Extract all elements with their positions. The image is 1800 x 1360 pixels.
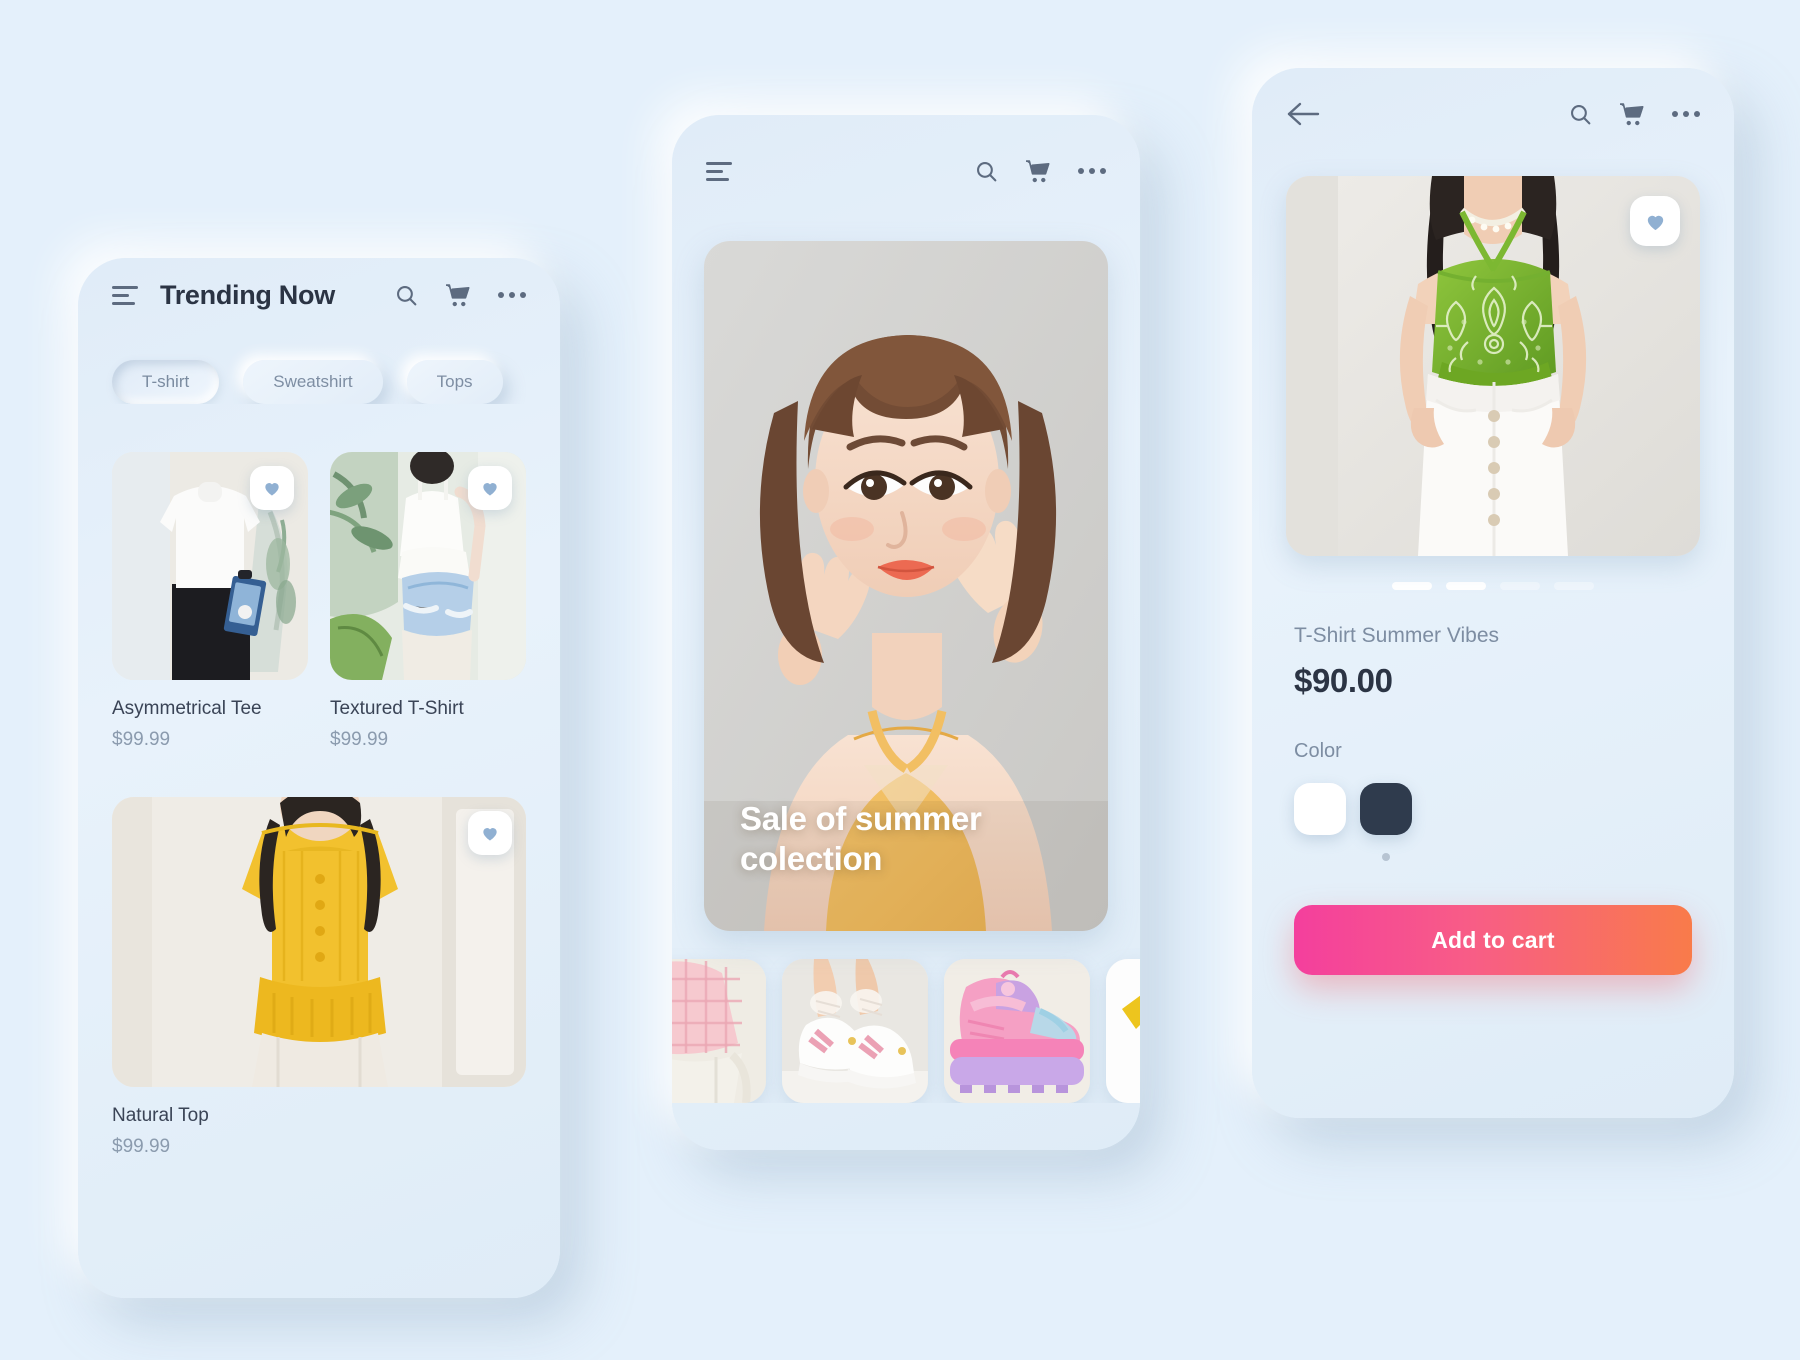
search-icon[interactable] xyxy=(394,283,419,308)
chip-t-shirt[interactable]: T-shirt xyxy=(112,360,220,404)
phone-screen-home: Sale of summer colection xyxy=(672,115,1140,1150)
cart-icon[interactable] xyxy=(445,283,472,308)
pager-dot-1[interactable] xyxy=(1392,582,1432,590)
product-name: Asymmetrical Tee xyxy=(112,698,262,719)
favorite-heart-icon[interactable] xyxy=(468,811,512,855)
product-gallery-image[interactable] xyxy=(1286,176,1700,556)
app-canvas: Trending Now T-shirt Sweatshirt Tops Asy… xyxy=(0,0,1800,1360)
product-name: Textured T-Shirt xyxy=(330,698,464,719)
add-to-cart-button[interactable]: Add to cart xyxy=(1294,905,1692,975)
color-label: Color xyxy=(1294,740,1342,762)
product-grid: Asymmetrical Tee $99.99 Textured T-Shirt… xyxy=(78,404,560,751)
product-name: Natural Top xyxy=(112,1105,209,1126)
thumbnail-white-pink-sneakers[interactable] xyxy=(782,959,928,1103)
pager-dot-4[interactable] xyxy=(1554,582,1594,590)
pager-dot-2[interactable] xyxy=(1446,582,1486,590)
thumbnail-yellow-shirt[interactable] xyxy=(1106,959,1140,1103)
chip-sweatshirt[interactable]: Sweatshirt xyxy=(243,360,383,404)
thumbnail-strip xyxy=(672,931,1140,1103)
favorite-heart-icon[interactable] xyxy=(468,466,512,510)
screen1-top-nav: Trending Now xyxy=(78,258,560,332)
hamburger-icon[interactable] xyxy=(112,285,138,305)
favorite-heart-icon[interactable] xyxy=(1630,196,1680,246)
hero-banner[interactable]: Sale of summer colection xyxy=(704,241,1108,931)
cart-icon[interactable] xyxy=(1619,102,1646,127)
color-swatch-list xyxy=(1294,783,1692,861)
search-icon[interactable] xyxy=(1568,102,1593,127)
product-info: T-Shirt Summer Vibes $90.00 Color xyxy=(1252,590,1734,861)
product-image[interactable] xyxy=(330,452,526,680)
product-image[interactable] xyxy=(112,452,308,680)
thumbnail-pink-gingham-top[interactable] xyxy=(672,959,766,1103)
gallery-pagination xyxy=(1252,556,1734,590)
product-price: $90.00 xyxy=(1294,662,1393,699)
product-card-natural-top[interactable]: Natural Top $99.99 xyxy=(78,751,560,1158)
product-card-textured-t-shirt[interactable]: Textured T-Shirt $99.99 xyxy=(330,452,526,751)
more-dots-icon[interactable] xyxy=(1672,111,1700,117)
cart-icon[interactable] xyxy=(1025,159,1052,184)
more-dots-icon[interactable] xyxy=(1078,168,1106,174)
screen2-top-nav xyxy=(672,115,1140,227)
product-image[interactable] xyxy=(112,797,526,1087)
hamburger-icon[interactable] xyxy=(706,161,732,181)
phone-screen-listing: Trending Now T-shirt Sweatshirt Tops Asy… xyxy=(78,258,560,1298)
hero-caption: Sale of summer colection xyxy=(740,799,982,877)
chip-tops[interactable]: Tops xyxy=(406,360,503,404)
swatch-selected-dot xyxy=(1382,853,1390,861)
phone-screen-product-detail: T-Shirt Summer Vibes $90.00 Color Add to… xyxy=(1252,68,1734,1118)
pager-dot-3[interactable] xyxy=(1500,582,1540,590)
product-name: T-Shirt Summer Vibes xyxy=(1294,624,1500,647)
product-price: $99.99 xyxy=(112,729,171,750)
thumbnail-platform-sneaker[interactable] xyxy=(944,959,1090,1103)
color-swatch-dark-navy[interactable] xyxy=(1360,783,1412,835)
search-icon[interactable] xyxy=(974,159,999,184)
product-price: $99.99 xyxy=(330,729,389,750)
category-chip-list: T-shirt Sweatshirt Tops xyxy=(78,332,560,404)
favorite-heart-icon[interactable] xyxy=(250,466,294,510)
product-card-asymmetrical-tee[interactable]: Asymmetrical Tee $99.99 xyxy=(112,452,308,751)
color-swatch-white[interactable] xyxy=(1294,783,1346,835)
more-dots-icon[interactable] xyxy=(498,292,526,298)
screen3-top-nav xyxy=(1252,68,1734,160)
back-arrow-icon[interactable] xyxy=(1286,100,1322,128)
page-title: Trending Now xyxy=(160,279,335,310)
product-price: $99.99 xyxy=(112,1136,171,1157)
